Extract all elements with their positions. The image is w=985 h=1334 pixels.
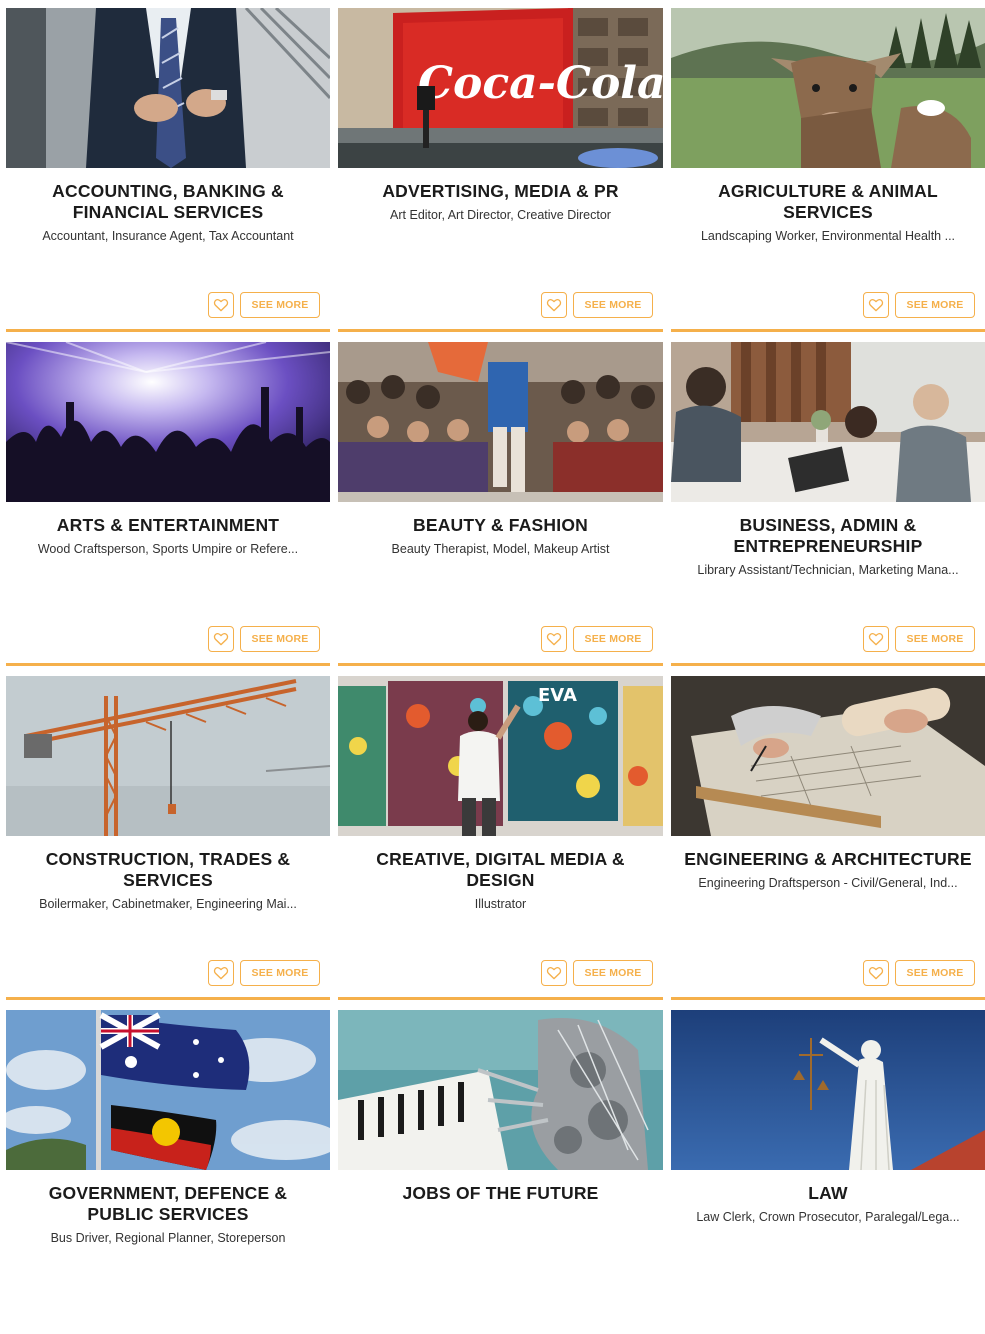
favorite-button[interactable] (208, 626, 234, 652)
category-roles: Library Assistant/Technician, Marketing … (697, 563, 959, 577)
see-more-button[interactable]: SEE MORE (573, 960, 653, 986)
category-roles: Law Clerk, Crown Prosecutor, Paralegal/L… (696, 1210, 960, 1224)
card-actions: SEE MORE (208, 960, 320, 986)
category-card-beauty[interactable]: BEAUTY & FASHION Beauty Therapist, Model… (338, 342, 663, 666)
category-title: ACCOUNTING, BANKING & FINANCIAL SERVICES (52, 181, 284, 222)
svg-text:Coca-Cola: Coca-Cola (418, 58, 663, 109)
heart-outline-icon (868, 967, 884, 980)
heart-outline-icon (546, 633, 562, 646)
see-more-button[interactable]: SEE MORE (573, 626, 653, 652)
category-roles: Landscaping Worker, Environmental Health… (700, 229, 956, 243)
card-actions: SEE MORE (208, 292, 320, 318)
heart-outline-icon (868, 633, 884, 646)
favorite-button[interactable] (541, 626, 567, 652)
category-card-business[interactable]: BUSINESS, ADMIN & ENTREPRENEURSHIP Libra… (671, 342, 985, 666)
favorite-button[interactable] (208, 292, 234, 318)
see-more-button[interactable]: SEE MORE (240, 626, 320, 652)
category-image-beauty[interactable] (338, 342, 663, 502)
card-actions: SEE MORE (863, 292, 975, 318)
category-card-advertising[interactable]: Coca-Cola ADVERTISING, MEDIA & PR Art Ed… (338, 8, 663, 332)
favorite-button[interactable] (863, 626, 889, 652)
category-title: CONSTRUCTION, TRADES & SERVICES (45, 849, 291, 890)
category-card-creative[interactable]: EVA CREATIVE, DIGITAL MEDIA & DESIGN Ill… (338, 676, 663, 1000)
category-image-engineering[interactable] (671, 676, 985, 836)
category-title: CREATIVE, DIGITAL MEDIA & DESIGN (376, 849, 625, 890)
category-image-construction[interactable] (6, 676, 330, 836)
favorite-button[interactable] (208, 960, 234, 986)
see-more-button[interactable]: SEE MORE (573, 292, 653, 318)
category-title: AGRICULTURE & ANIMAL SERVICES (718, 181, 938, 222)
card-actions: SEE MORE (541, 960, 653, 986)
favorite-button[interactable] (541, 960, 567, 986)
category-card-future[interactable]: JOBS OF THE FUTURE (338, 1010, 663, 1334)
category-roles: Beauty Therapist, Model, Makeup Artist (391, 542, 610, 556)
heart-outline-icon (213, 299, 229, 312)
category-roles: Wood Craftsperson, Sports Umpire or Refe… (37, 542, 299, 556)
category-title: LAW (808, 1183, 848, 1203)
favorite-button[interactable] (863, 960, 889, 986)
category-image-creative[interactable]: EVA (338, 676, 663, 836)
card-actions: SEE MORE (863, 626, 975, 652)
card-actions: SEE MORE (541, 292, 653, 318)
category-title: BEAUTY & FASHION (413, 515, 588, 535)
career-category-grid: ACCOUNTING, BANKING & FINANCIAL SERVICES… (6, 8, 985, 1334)
category-image-law[interactable] (671, 1010, 985, 1170)
favorite-button[interactable] (541, 292, 567, 318)
category-card-agriculture[interactable]: AGRICULTURE & ANIMAL SERVICES Landscapin… (671, 8, 985, 332)
category-image-advertising[interactable]: Coca-Cola (338, 8, 663, 168)
see-more-button[interactable]: SEE MORE (240, 292, 320, 318)
svg-text:EVA: EVA (538, 685, 577, 706)
category-title: GOVERNMENT, DEFENCE & PUBLIC SERVICES (48, 1183, 288, 1224)
see-more-button[interactable]: SEE MORE (240, 960, 320, 986)
category-image-government[interactable] (6, 1010, 330, 1170)
category-image-accounting[interactable] (6, 8, 330, 168)
category-image-arts[interactable] (6, 342, 330, 502)
see-more-button[interactable]: SEE MORE (895, 626, 975, 652)
card-actions: SEE MORE (541, 626, 653, 652)
category-title: ARTS & ENTERTAINMENT (56, 515, 280, 535)
see-more-button[interactable]: SEE MORE (895, 292, 975, 318)
category-image-agriculture[interactable] (671, 8, 985, 168)
category-image-future[interactable] (338, 1010, 663, 1170)
category-card-construction[interactable]: CONSTRUCTION, TRADES & SERVICES Boilerma… (6, 676, 330, 1000)
see-more-button[interactable]: SEE MORE (895, 960, 975, 986)
category-roles: Engineering Draftsperson - Civil/General… (698, 876, 958, 890)
heart-outline-icon (868, 299, 884, 312)
category-title: BUSINESS, ADMIN & ENTREPRENEURSHIP (733, 515, 923, 556)
category-title: JOBS OF THE FUTURE (402, 1183, 599, 1203)
heart-outline-icon (546, 967, 562, 980)
heart-outline-icon (546, 299, 562, 312)
category-roles: Accountant, Insurance Agent, Tax Account… (42, 229, 294, 243)
category-image-business[interactable] (671, 342, 985, 502)
category-card-law[interactable]: LAW Law Clerk, Crown Prosecutor, Paraleg… (671, 1010, 985, 1334)
category-title: ENGINEERING & ARCHITECTURE (684, 849, 972, 869)
category-card-arts[interactable]: ARTS & ENTERTAINMENT Wood Craftsperson, … (6, 342, 330, 666)
category-roles: Art Editor, Art Director, Creative Direc… (390, 208, 611, 222)
category-roles: Boilermaker, Cabinetmaker, Engineering M… (39, 897, 297, 911)
category-card-engineering[interactable]: ENGINEERING & ARCHITECTURE Engineering D… (671, 676, 985, 1000)
card-actions: SEE MORE (863, 960, 975, 986)
category-title: ADVERTISING, MEDIA & PR (382, 181, 619, 201)
favorite-button[interactable] (863, 292, 889, 318)
category-roles: Bus Driver, Regional Planner, Storeperso… (50, 1231, 286, 1245)
category-roles: Illustrator (474, 897, 527, 911)
card-actions: SEE MORE (208, 626, 320, 652)
heart-outline-icon (213, 633, 229, 646)
heart-outline-icon (213, 967, 229, 980)
category-card-accounting[interactable]: ACCOUNTING, BANKING & FINANCIAL SERVICES… (6, 8, 330, 332)
category-card-government[interactable]: GOVERNMENT, DEFENCE & PUBLIC SERVICES Bu… (6, 1010, 330, 1334)
